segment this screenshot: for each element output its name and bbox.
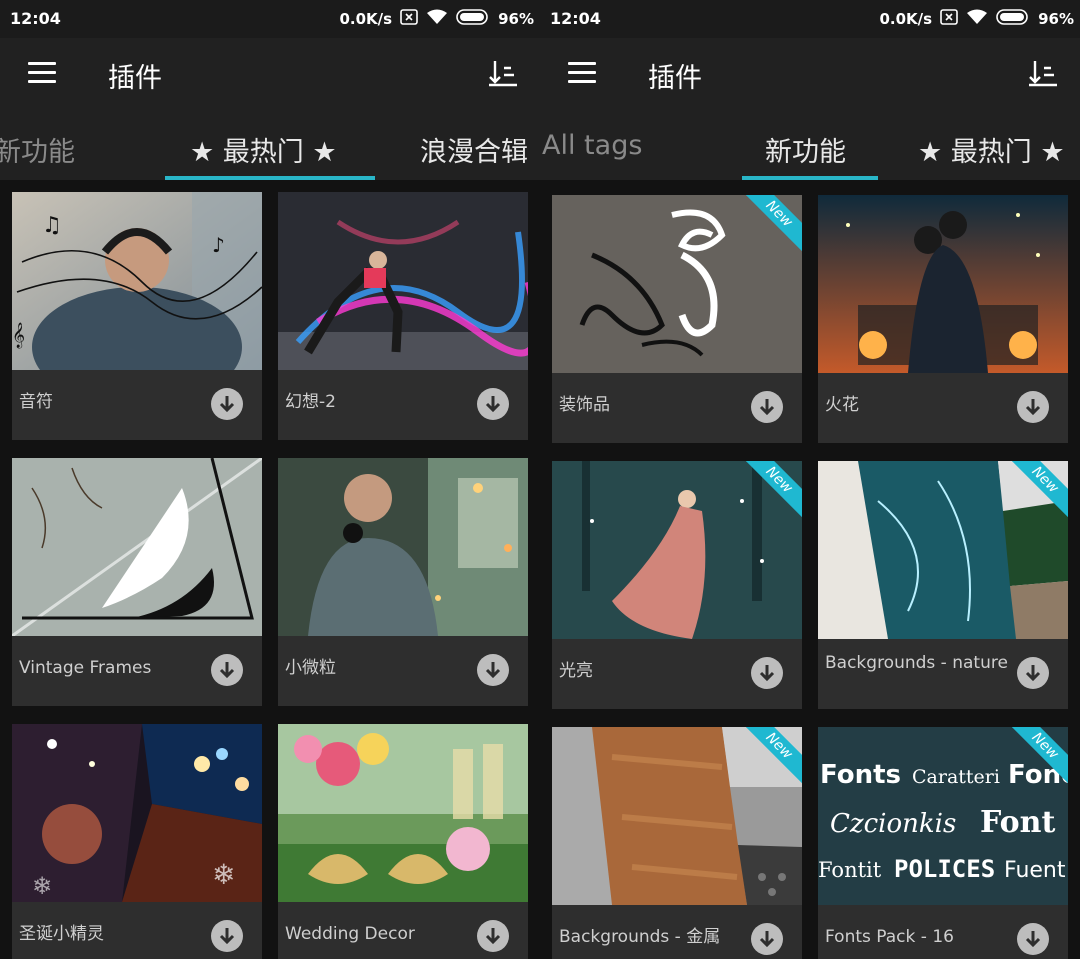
plugin-label: 幻想-2: [285, 392, 336, 412]
download-icon[interactable]: [751, 923, 783, 955]
plugin-thumbnail: ❄ ❄: [12, 724, 262, 902]
status-bar: 12:04 0.0K/s 96%: [540, 0, 1080, 38]
tab-romance-collection[interactable]: 浪漫合辑: [420, 130, 528, 169]
plugin-label: 圣诞小精灵: [19, 924, 104, 944]
plugin-label: 小微粒: [285, 658, 336, 678]
tab-new-features[interactable]: 新功能: [765, 130, 846, 169]
battery-icon: [456, 9, 490, 29]
plugin-card[interactable]: New Backgrounds - nature: [818, 461, 1068, 709]
plugin-card[interactable]: Wedding Decor: [278, 724, 528, 959]
battery-percent: 96%: [1038, 10, 1074, 28]
sort-icon[interactable]: [1028, 58, 1058, 88]
plugin-label: Vintage Frames: [19, 658, 152, 678]
app-bar: 插件: [540, 38, 1080, 110]
download-icon[interactable]: [211, 654, 243, 686]
tab-indicator: [165, 176, 375, 180]
plugin-card[interactable]: ❄ ❄ 圣诞小精灵: [12, 724, 262, 959]
svg-text:𝄞: 𝄞: [12, 322, 25, 348]
plugin-thumbnail: [818, 195, 1068, 373]
new-badge: New: [746, 461, 802, 517]
plugin-thumbnail: [278, 192, 528, 370]
sim-off-icon: [400, 9, 418, 29]
sort-icon[interactable]: [488, 58, 518, 88]
download-icon[interactable]: [1017, 391, 1049, 423]
plugin-label: Backgrounds - 金属: [559, 927, 721, 947]
download-icon[interactable]: [1017, 657, 1049, 689]
plugin-thumbnail: ♫ ♪ 𝄞: [12, 192, 262, 370]
wifi-icon: [966, 9, 988, 29]
hamburger-icon[interactable]: [28, 62, 56, 84]
plugin-card[interactable]: New Backgrounds - 金属: [552, 727, 802, 959]
screen-right: 12:04 0.0K/s 96% 插件 All tags 新功能 ★ 最热门 ★: [540, 0, 1080, 959]
plugin-card[interactable]: 小微粒: [278, 458, 528, 706]
plugin-label: Backgrounds - nature: [825, 653, 1008, 673]
download-icon[interactable]: [211, 388, 243, 420]
tab-bar: All tags 新功能 ★ 最热门 ★: [540, 110, 1080, 180]
tab-most-popular[interactable]: ★ 最热门 ★: [190, 130, 337, 169]
new-badge: New: [1012, 727, 1068, 783]
plugin-card[interactable]: New 光亮: [552, 461, 802, 709]
battery-icon: [996, 9, 1030, 29]
download-icon[interactable]: [477, 654, 509, 686]
download-icon[interactable]: [751, 391, 783, 423]
plugin-thumbnail: [278, 458, 528, 636]
page-title: 插件: [108, 63, 162, 94]
plugin-card[interactable]: 幻想-2: [278, 192, 528, 440]
screen-left: 12:04 0.0K/s 96% 插件 新功能 ★ 最热门 ★ 浪漫合辑 ♫ ♪…: [0, 0, 540, 959]
download-icon[interactable]: [751, 657, 783, 689]
tab-new-features[interactable]: 新功能: [0, 130, 75, 169]
download-icon[interactable]: [211, 920, 243, 952]
tab-indicator: [742, 176, 878, 180]
plugin-card[interactable]: New 装饰品: [552, 195, 802, 443]
tab-bar: 新功能 ★ 最热门 ★ 浪漫合辑: [0, 110, 540, 180]
download-icon[interactable]: [477, 388, 509, 420]
svg-text:❄: ❄: [32, 872, 52, 900]
plugin-card[interactable]: Vintage Frames: [12, 458, 262, 706]
app-bar: 插件: [0, 38, 540, 110]
new-badge: New: [746, 195, 802, 251]
network-speed: 0.0K/s: [879, 10, 933, 28]
fonts-thumb-word: Fuent: [1004, 858, 1066, 883]
sim-off-icon: [940, 9, 958, 29]
fonts-thumb-word: Czcionkis: [830, 809, 956, 839]
plugin-label: Wedding Decor: [285, 924, 415, 944]
hamburger-icon[interactable]: [568, 62, 596, 84]
network-speed: 0.0K/s: [339, 10, 393, 28]
new-badge: New: [746, 727, 802, 783]
wifi-icon: [426, 9, 448, 29]
plugin-thumbnail: [12, 458, 262, 636]
plugin-label: 火花: [825, 395, 859, 415]
plugin-card[interactable]: ♫ ♪ 𝄞 音符: [12, 192, 262, 440]
fonts-thumb-word: Font: [980, 805, 1055, 840]
svg-text:♫: ♫: [42, 213, 62, 238]
tab-all-tags[interactable]: All tags: [542, 130, 642, 161]
fonts-thumb-word: POLICES: [894, 855, 995, 883]
new-badge: New: [1012, 461, 1068, 517]
battery-percent: 96%: [498, 10, 534, 28]
tab-most-popular[interactable]: ★ 最热门 ★: [918, 130, 1065, 169]
fonts-thumb-word: Caratteri: [912, 766, 1000, 788]
fonts-thumb-word: Fontit: [818, 858, 882, 882]
plugin-label: 装饰品: [559, 395, 610, 415]
status-time: 12:04: [10, 9, 61, 28]
page-title: 插件: [648, 63, 702, 94]
status-bar: 12:04 0.0K/s 96%: [0, 0, 540, 38]
plugin-card[interactable]: Fonts Caratteri Fonc Czcionkis Font Font…: [818, 727, 1068, 959]
plugin-label: 光亮: [559, 661, 593, 681]
plugin-thumbnail: [278, 724, 528, 902]
svg-text:♪: ♪: [212, 233, 225, 257]
plugin-label: Fonts Pack - 16: [825, 927, 954, 947]
download-icon[interactable]: [477, 920, 509, 952]
plugin-label: 音符: [19, 392, 53, 412]
svg-text:❄: ❄: [212, 858, 235, 891]
plugin-card[interactable]: 火花: [818, 195, 1068, 443]
status-time: 12:04: [550, 9, 601, 28]
download-icon[interactable]: [1017, 923, 1049, 955]
fonts-thumb-word: Fonts: [820, 760, 901, 790]
